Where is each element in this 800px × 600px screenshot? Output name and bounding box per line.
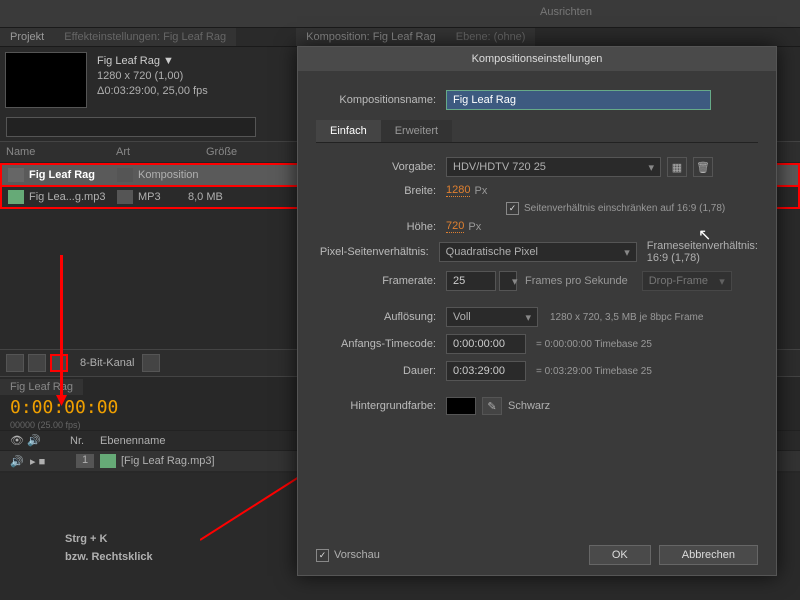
cancel-button[interactable]: Abbrechen (659, 545, 758, 565)
height-input[interactable]: 720 (446, 220, 464, 233)
ok-button[interactable]: OK (589, 545, 651, 565)
comp-title[interactable]: Fig Leaf Rag ▼ (97, 54, 208, 69)
tab-project[interactable]: Projekt (0, 28, 54, 46)
comp-name-input[interactable] (446, 90, 711, 110)
new-folder-icon[interactable] (28, 354, 46, 372)
audio-icon (8, 190, 24, 204)
dropframe-dropdown: Drop-Frame (642, 271, 732, 291)
width-input[interactable]: 1280 (446, 184, 470, 197)
tab-effects[interactable]: Effekteinstellungen: Fig Leaf Rag (54, 28, 236, 46)
lock-aspect-checkbox[interactable]: ✓ (506, 202, 519, 215)
type-icon (117, 168, 133, 182)
composition-settings-dialog: Kompositionseinstellungen Kompositionsna… (297, 46, 777, 576)
type-icon (117, 190, 133, 204)
audio-icon[interactable]: 🔊 (10, 455, 30, 468)
cursor-icon: ↖ (698, 225, 711, 245)
framerate-dropdown[interactable] (499, 271, 517, 291)
start-timecode-input[interactable] (446, 334, 526, 354)
folder-icon[interactable] (6, 354, 24, 372)
main-toolbar: Ausrichten (0, 0, 800, 28)
dialog-title: Kompositionseinstellungen (298, 47, 776, 71)
framerate-input[interactable] (446, 271, 496, 291)
tab-advanced[interactable]: Erweitert (381, 120, 452, 142)
bit-depth-label[interactable]: 8-Bit-Kanal (80, 357, 134, 369)
tab-basic[interactable]: Einfach (316, 120, 381, 142)
preset-dropdown[interactable]: HDV/HDTV 720 25 (446, 157, 661, 177)
comp-name-label: Kompositionsname: (316, 94, 446, 106)
tab-layer[interactable]: Ebene: (ohne) (446, 28, 536, 46)
timeline-tab[interactable]: Fig Leaf Rag (0, 379, 83, 395)
delete-icon[interactable] (142, 354, 160, 372)
annotation-text: Strg + K bzw. Rechtsklick (65, 530, 153, 566)
pixel-aspect-dropdown[interactable]: Quadratische Pixel (439, 242, 637, 262)
tab-composition-viewer[interactable]: Komposition: Fig Leaf Rag (296, 28, 446, 46)
save-preset-icon[interactable]: ▦ (667, 157, 687, 177)
eyedropper-icon[interactable]: ✎ (482, 397, 502, 415)
ausrichten-label[interactable]: Ausrichten (540, 6, 592, 18)
audio-icon (100, 454, 116, 468)
duration-input[interactable] (446, 361, 526, 381)
preview-checkbox[interactable]: ✓ (316, 549, 329, 562)
resolution-dropdown[interactable]: Voll (446, 307, 538, 327)
composition-thumbnail (5, 52, 87, 108)
bg-color-swatch[interactable] (446, 397, 476, 415)
new-comp-button[interactable] (50, 354, 68, 372)
annotation-arrow-vertical (60, 255, 63, 400)
comp-duration: Δ0:03:29:00, 25,00 fps (97, 84, 208, 99)
comp-dimensions: 1280 x 720 (1,00) (97, 69, 208, 84)
delete-preset-icon[interactable]: 🗑 (693, 157, 713, 177)
composition-icon (8, 168, 24, 182)
project-search-input[interactable] (6, 117, 256, 137)
